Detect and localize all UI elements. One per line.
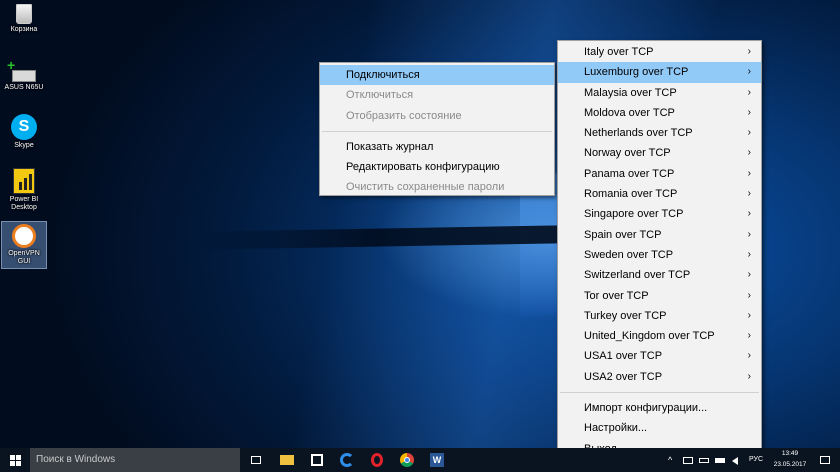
skype-icon: S (11, 114, 37, 140)
server-item[interactable]: Norway over TCP › (558, 143, 761, 163)
server-item-label: USA2 over TCP (584, 370, 663, 383)
server-item[interactable]: USA2 over TCP › (558, 367, 761, 387)
volume-icon[interactable] (730, 451, 742, 469)
clock[interactable]: 13:49 23.05.2017 (768, 450, 812, 469)
server-item-label: Romania over TCP (584, 188, 678, 201)
server-item[interactable]: Spain over TCP › (558, 225, 761, 245)
task-view-icon[interactable] (247, 451, 265, 469)
server-item-label: Switzerland over TCP (584, 269, 691, 282)
server-item[interactable]: Romania over TCP › (558, 184, 761, 204)
server-item-label: Sweden over TCP (584, 248, 674, 261)
server-item[interactable]: Netherlands over TCP › (558, 123, 761, 143)
menu-separator (322, 130, 552, 132)
server-item-label: Singapore over TCP (584, 208, 684, 221)
network-icon[interactable] (682, 451, 694, 469)
server-item-label: Turkey over TCP (584, 309, 667, 322)
openvpn-context-menu: Подключиться Отключиться Отобразить сост… (319, 62, 555, 196)
menu-item-settings[interactable]: Настройки... (558, 418, 761, 438)
powerbi-icon (13, 168, 35, 194)
server-item-label: United_Kingdom over TCP (584, 330, 715, 343)
submenu-arrow-icon: › (747, 208, 751, 220)
desktop-icon-label: ASUS N65U (4, 84, 44, 91)
clock-time: 13:49 (781, 450, 799, 457)
taskbar: Поиск в Windows W ^ РУС 13:49 23.05.2017 (0, 448, 840, 472)
file-explorer-icon[interactable] (278, 451, 296, 469)
openvpn-icon (12, 224, 36, 248)
menu-item-show-status[interactable]: Отобразить состояние (320, 106, 554, 126)
submenu-arrow-icon: › (747, 269, 751, 281)
desktop-icon-powerbi[interactable]: Power BI Desktop (2, 168, 46, 212)
submenu-arrow-icon: › (747, 167, 751, 179)
server-item[interactable]: USA1 over TCP › (558, 346, 761, 366)
clock-date: 23.05.2017 (773, 461, 807, 468)
submenu-arrow-icon: › (747, 330, 751, 342)
server-item[interactable]: Moldova over TCP › (558, 103, 761, 123)
desktop-icon-label: OpenVPN GUI (8, 250, 40, 265)
server-item-label: Italy over TCP (584, 46, 654, 58)
server-item[interactable]: Sweden over TCP › (558, 245, 761, 265)
submenu-arrow-icon: › (747, 188, 751, 200)
show-hidden-icons-chevron-icon[interactable]: ^ (668, 451, 678, 469)
server-item[interactable]: Panama over TCP › (558, 164, 761, 184)
server-item[interactable]: Tor over TCP › (558, 286, 761, 306)
server-item-label: Panama over TCP (584, 167, 675, 180)
recycle-bin-icon (16, 4, 32, 24)
chrome-icon[interactable] (398, 451, 416, 469)
server-list: Italy over TCP › Luxemburg over TCP › Malays… (558, 42, 761, 387)
submenu-arrow-icon: › (747, 66, 751, 78)
drive-icon: + (7, 58, 36, 82)
desktop-icon-recycle-bin[interactable]: Корзина (2, 4, 46, 34)
menu-item-import-config[interactable]: Импорт конфигурации... (558, 398, 761, 418)
store-icon[interactable] (308, 451, 326, 469)
notifications-icon[interactable] (818, 451, 832, 469)
word-icon[interactable]: W (428, 451, 446, 469)
keyboard-icon[interactable] (698, 451, 710, 469)
openvpn-server-menu: Italy over TCP › Luxemburg over TCP › Malays… (557, 40, 762, 455)
server-item[interactable]: United_Kingdom over TCP › (558, 326, 761, 346)
start-button[interactable] (0, 448, 30, 472)
submenu-arrow-icon: › (747, 86, 751, 98)
server-item-label: Spain over TCP (584, 228, 662, 241)
server-item[interactable]: Turkey over TCP › (558, 306, 761, 326)
battery-icon[interactable] (714, 451, 726, 469)
menu-separator (560, 392, 759, 394)
server-item[interactable]: Italy over TCP › (558, 42, 761, 62)
submenu-arrow-icon: › (747, 147, 751, 159)
desktop-icon-label: Power BI Desktop (9, 196, 39, 211)
submenu-arrow-icon: › (747, 106, 751, 118)
server-item[interactable]: Singapore over TCP › (558, 204, 761, 224)
desktop-icon-label: Skype (14, 142, 34, 149)
menu-item-clear-passwords[interactable]: Очистить сохраненные пароли (320, 177, 554, 197)
submenu-arrow-icon: › (747, 248, 751, 260)
menu-item-connect[interactable]: Подключиться (320, 65, 554, 86)
server-item[interactable]: Switzerland over TCP › (558, 265, 761, 285)
server-item-label: Tor over TCP (584, 289, 649, 302)
edge-icon[interactable] (338, 451, 356, 469)
server-item-label: Malaysia over TCP (584, 86, 677, 99)
server-item[interactable]: Malaysia over TCP › (558, 83, 761, 103)
submenu-arrow-icon: › (747, 370, 751, 382)
menu-item-show-log[interactable]: Показать журнал (320, 137, 554, 157)
submenu-arrow-icon: › (747, 46, 751, 57)
desktop-icon-label: Корзина (10, 26, 38, 33)
desktop-icon-openvpn[interactable]: OpenVPN GUI (1, 221, 47, 269)
desktop-icon-asus[interactable]: + ASUS N65U (2, 58, 46, 92)
submenu-arrow-icon: › (747, 309, 751, 321)
submenu-arrow-icon: › (747, 228, 751, 240)
submenu-arrow-icon: › (747, 127, 751, 139)
server-item-label: Netherlands over TCP (584, 127, 693, 140)
server-item-label: Luxemburg over TCP (584, 66, 689, 79)
menu-item-disconnect[interactable]: Отключиться (320, 85, 554, 105)
server-item-label: Moldova over TCP (584, 106, 675, 119)
taskbar-search-box[interactable]: Поиск в Windows (30, 448, 240, 472)
server-item-label: Norway over TCP (584, 147, 671, 160)
server-item[interactable]: Luxemburg over TCP › (558, 62, 761, 83)
server-item-label: USA1 over TCP (584, 350, 663, 363)
submenu-arrow-icon: › (747, 289, 751, 301)
opera-icon[interactable] (368, 451, 386, 469)
menu-item-edit-config[interactable]: Редактировать конфигурацию (320, 157, 554, 177)
submenu-arrow-icon: › (747, 350, 751, 362)
desktop-icon-skype[interactable]: S Skype (2, 114, 46, 150)
language-indicator[interactable]: РУС (745, 456, 767, 464)
